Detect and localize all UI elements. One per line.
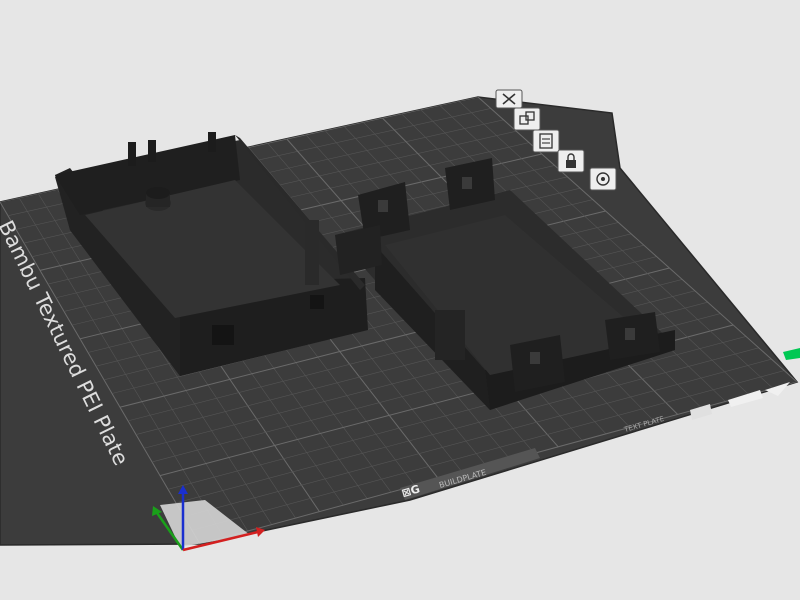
plate-lock-button[interactable] <box>557 149 585 173</box>
plate-settings-button[interactable] <box>532 129 560 153</box>
plate-close-button[interactable] <box>495 89 523 109</box>
3d-viewport[interactable]: Bambu Textured PEI Plate ⊠G BUILDPLATE T… <box>0 0 800 600</box>
plate-arrange-button[interactable] <box>513 107 541 131</box>
plate-orient-button[interactable] <box>589 167 617 191</box>
